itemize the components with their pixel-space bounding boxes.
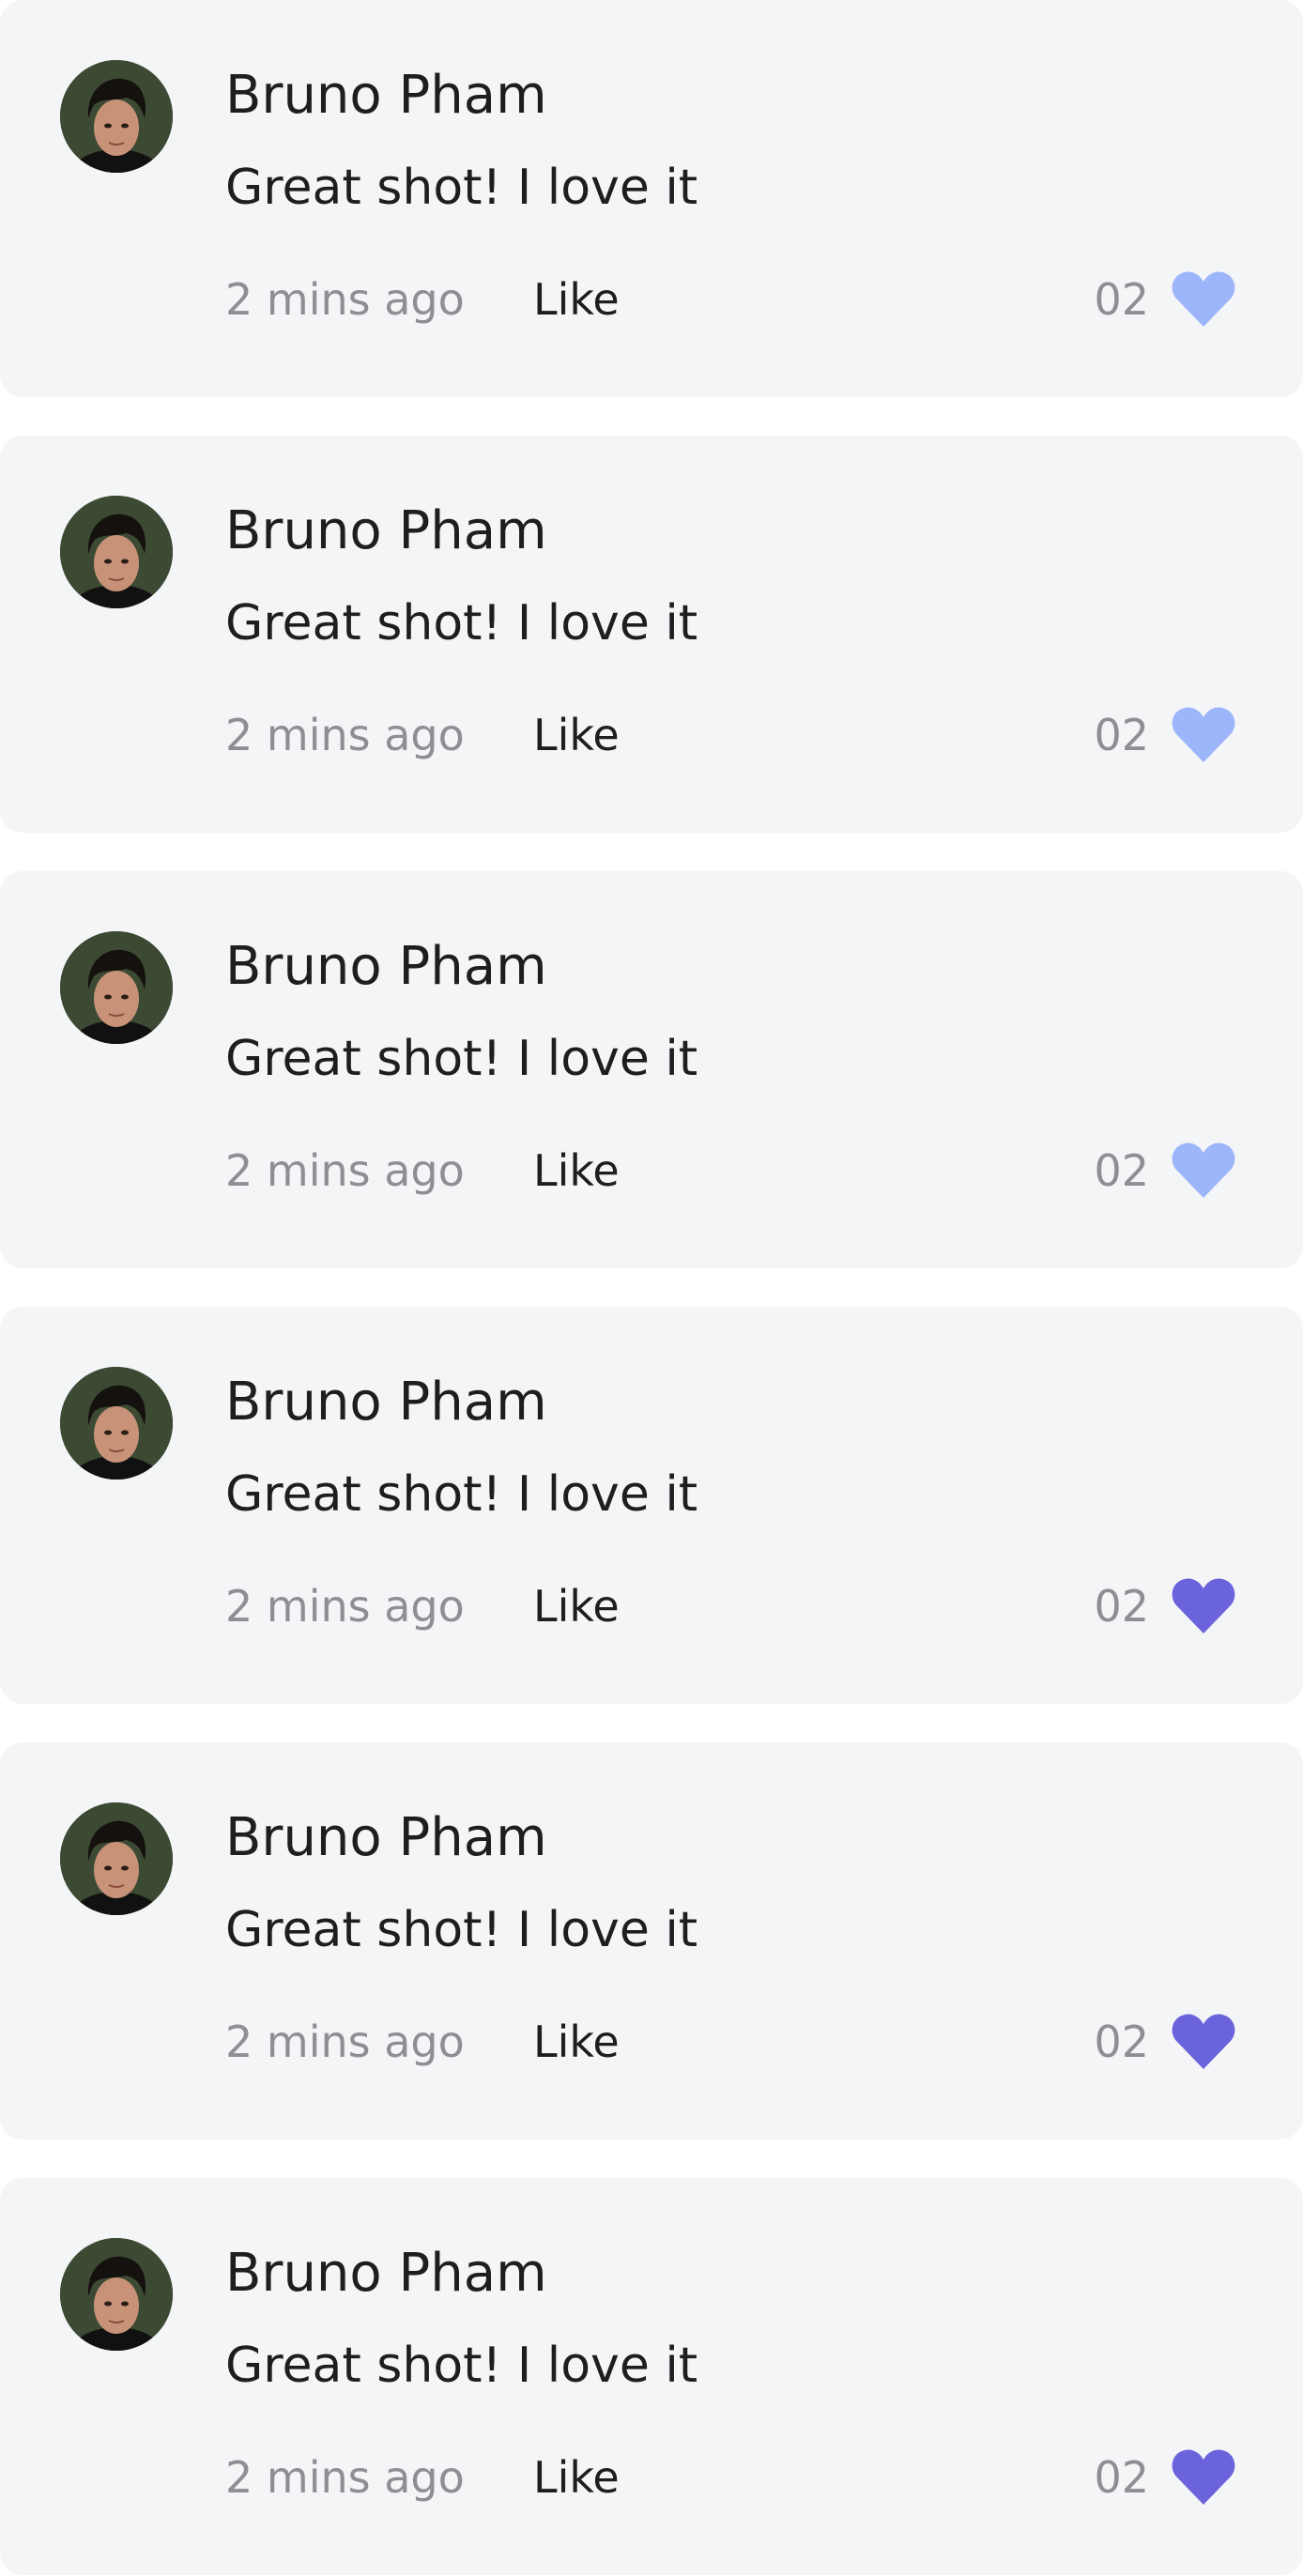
like-count: 02 bbox=[1094, 274, 1149, 325]
comment-author[interactable]: Bruno Pham bbox=[225, 494, 547, 569]
comment-text: Great shot! I love it bbox=[225, 2338, 698, 2394]
comment-text: Great shot! I love it bbox=[225, 1031, 698, 1087]
avatar[interactable] bbox=[60, 496, 173, 608]
like-button[interactable]: Like bbox=[533, 699, 620, 771]
comment-timestamp: 2 mins ago bbox=[225, 1145, 465, 1196]
comment-timestamp: 2 mins ago bbox=[225, 710, 465, 760]
like-button[interactable]: Like bbox=[533, 1571, 620, 1642]
comment-author[interactable]: Bruno Pham bbox=[225, 2236, 547, 2311]
comment-card: Bruno Pham Great shot! I love it 2 mins … bbox=[0, 2178, 1303, 2575]
comment-author[interactable]: Bruno Pham bbox=[225, 929, 547, 1004]
like-count: 02 bbox=[1094, 1581, 1149, 1632]
comment-timestamp: 2 mins ago bbox=[225, 2016, 465, 2067]
comment-card: Bruno Pham Great shot! I love it 2 mins … bbox=[0, 1307, 1303, 1704]
like-count: 02 bbox=[1094, 1145, 1149, 1196]
heart-icon[interactable] bbox=[1172, 270, 1235, 329]
heart-icon[interactable] bbox=[1172, 2448, 1235, 2507]
heart-icon[interactable] bbox=[1172, 706, 1235, 764]
comment-card: Bruno Pham Great shot! I love it 2 mins … bbox=[0, 871, 1303, 1268]
comment-card: Bruno Pham Great shot! I love it 2 mins … bbox=[0, 0, 1303, 397]
avatar[interactable] bbox=[60, 1367, 173, 1480]
comment-author[interactable]: Bruno Pham bbox=[225, 1801, 547, 1876]
comment-text: Great shot! I love it bbox=[225, 595, 698, 652]
comment-text: Great shot! I love it bbox=[225, 1466, 698, 1523]
comment-author[interactable]: Bruno Pham bbox=[225, 58, 547, 133]
like-button[interactable]: Like bbox=[533, 264, 620, 335]
like-button[interactable]: Like bbox=[533, 2442, 620, 2513]
comment-author[interactable]: Bruno Pham bbox=[225, 1365, 547, 1440]
heart-icon[interactable] bbox=[1172, 1577, 1235, 1635]
comment-timestamp: 2 mins ago bbox=[225, 2452, 465, 2503]
comment-timestamp: 2 mins ago bbox=[225, 274, 465, 325]
avatar[interactable] bbox=[60, 931, 173, 1044]
heart-icon[interactable] bbox=[1172, 1142, 1235, 1200]
like-count: 02 bbox=[1094, 2016, 1149, 2067]
like-count: 02 bbox=[1094, 710, 1149, 760]
avatar[interactable] bbox=[60, 1802, 173, 1915]
avatar[interactable] bbox=[60, 60, 173, 173]
comment-card: Bruno Pham Great shot! I love it 2 mins … bbox=[0, 436, 1303, 833]
like-button[interactable]: Like bbox=[533, 1135, 620, 1206]
comment-card: Bruno Pham Great shot! I love it 2 mins … bbox=[0, 1742, 1303, 2139]
avatar[interactable] bbox=[60, 2238, 173, 2351]
comment-text: Great shot! I love it bbox=[225, 1902, 698, 1958]
comment-timestamp: 2 mins ago bbox=[225, 1581, 465, 1632]
like-count: 02 bbox=[1094, 2452, 1149, 2503]
heart-icon[interactable] bbox=[1172, 2013, 1235, 2071]
like-button[interactable]: Like bbox=[533, 2006, 620, 2078]
comment-text: Great shot! I love it bbox=[225, 160, 698, 216]
